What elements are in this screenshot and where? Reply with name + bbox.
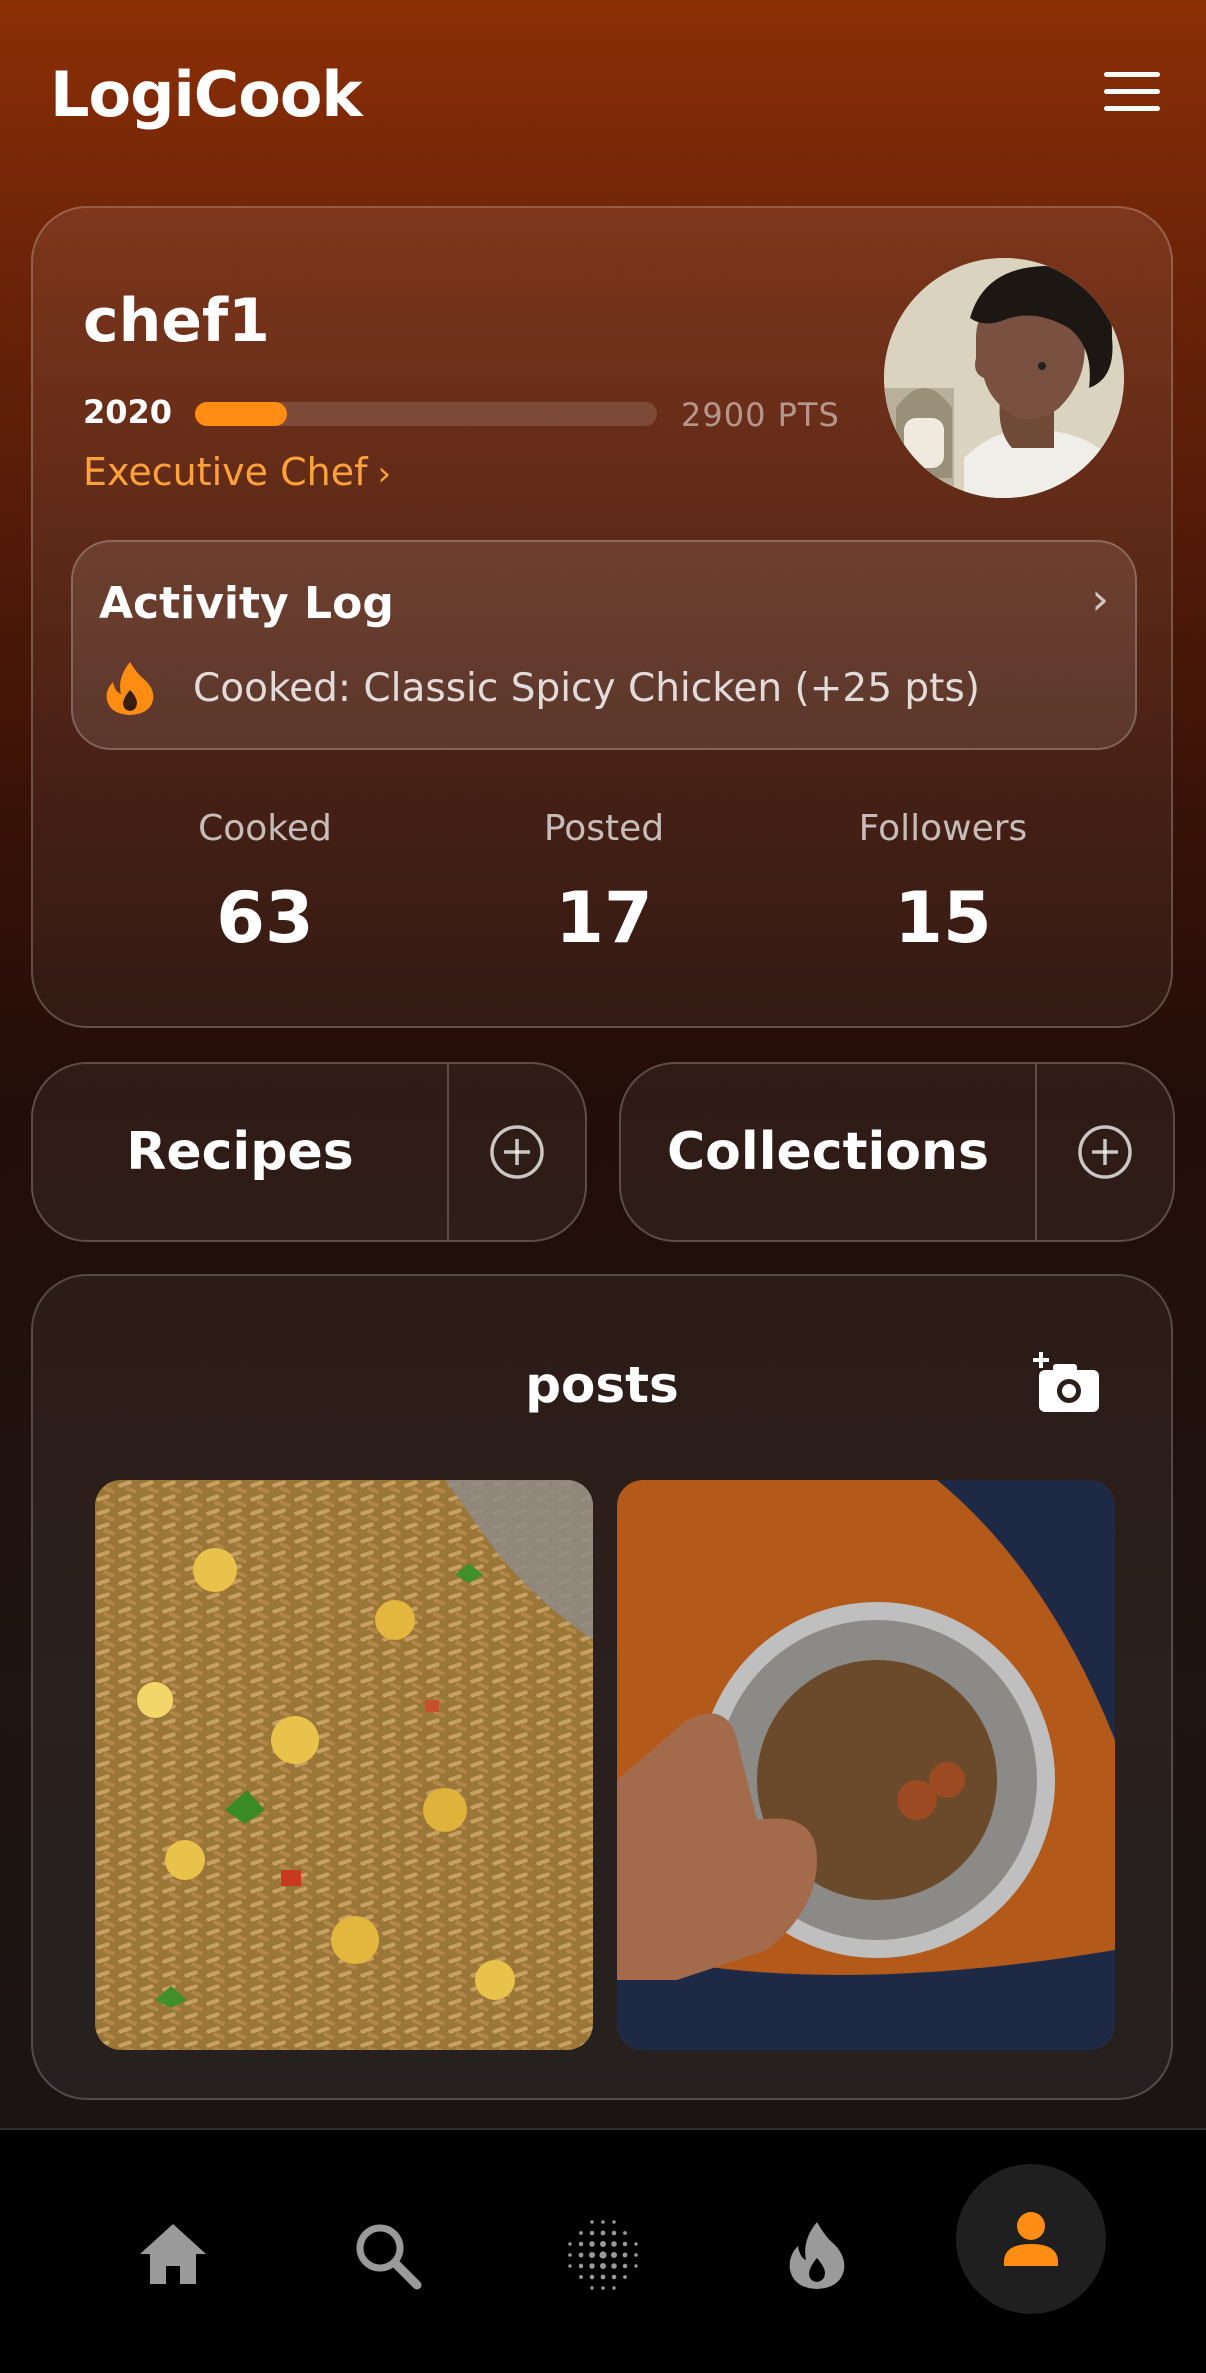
grid-dot [589,2263,595,2269]
grid-dot [622,2252,628,2258]
profile-icon [1004,2212,1058,2266]
stat-value: 17 [555,877,653,959]
app-title: LogiCook [50,58,363,131]
grid-dot [579,2275,583,2279]
dots-grid-icon[interactable] [558,2210,648,2300]
activity-entry-text: Cooked: Classic Spicy Chicken (+25 pts) [193,666,981,711]
profile-tab[interactable] [956,2164,1106,2314]
grid-dot [590,2220,594,2224]
grid-dot [634,2242,638,2246]
grid-dot [599,2251,607,2259]
add-circle-icon[interactable] [1077,1124,1133,1180]
chevron-right-icon: › [377,454,392,494]
grid-dot [589,2274,595,2280]
grid-dot [611,2263,617,2269]
points-label: 2900 PTS [681,396,840,434]
recipes-button[interactable]: Recipes [33,1064,447,1240]
rank-link[interactable]: Executive Chef › [83,450,391,494]
stat-cooked[interactable]: Cooked 63 [115,808,415,959]
grid-dot [634,2253,638,2257]
flame-icon[interactable] [772,2210,862,2300]
posts-card: posts [31,1274,1173,2100]
grid-dot [611,2252,617,2258]
fire-icon [105,660,155,716]
grid-dot [568,2242,572,2246]
divider [447,1064,449,1240]
member-year: 2020 [83,393,173,431]
points-progress-fill [195,402,288,426]
username: chef1 [83,286,270,356]
grid-dot [601,2220,605,2224]
collections-button[interactable]: Collections [621,1064,1035,1240]
grid-dot [590,2286,594,2290]
grid-dot [600,2263,606,2269]
points-progress-bar [195,402,657,426]
grid-dot [600,2230,606,2236]
chevron-right-icon: › [1091,574,1109,625]
post-thumbnail-fried-rice[interactable] [95,1480,593,2050]
grid-dot [579,2231,583,2235]
grid-dot [634,2264,638,2268]
stat-posted[interactable]: Posted 17 [454,808,754,959]
divider [1035,1064,1037,1240]
grid-dot [578,2252,584,2258]
grid-dot [622,2263,628,2269]
stat-label: Posted [543,808,665,849]
grid-dot [612,2220,616,2224]
hamburger-menu-icon[interactable] [1104,72,1160,112]
rank-label: Executive Chef [83,450,368,494]
add-photo-camera-icon[interactable] [1031,1352,1103,1416]
grid-dot [568,2264,572,2268]
collections-section: Collections [619,1062,1175,1242]
app-header: LogiCook [0,0,1206,190]
grid-dot [611,2230,617,2236]
avatar[interactable] [884,258,1124,498]
grid-dot [611,2274,617,2280]
stat-value: 15 [894,877,992,959]
grid-dot [600,2274,606,2280]
grid-dot [589,2252,595,2258]
grid-dot [601,2286,605,2290]
grid-dot [589,2241,595,2247]
activity-log-card[interactable]: Activity Log › Cooked: Classic Spicy Chi… [71,540,1137,750]
stat-value: 63 [216,877,314,959]
activity-log-title: Activity Log [99,578,394,629]
post-thumbnail-noodles-bowl[interactable] [617,1480,1115,2050]
grid-dot [623,2231,627,2235]
grid-dot [622,2241,628,2247]
grid-dot [589,2230,595,2236]
search-icon[interactable] [342,2210,432,2300]
grid-dot [578,2241,584,2247]
profile-card: chef1 2020 2900 PTS Executive Chef › Acti… [31,206,1173,1028]
stat-followers[interactable]: Followers 15 [793,808,1093,959]
grid-dot [578,2263,584,2269]
grid-dot [623,2275,627,2279]
recipes-section: Recipes [31,1062,587,1242]
grid-dot [611,2241,617,2247]
add-circle-icon[interactable] [489,1124,545,1180]
home-icon[interactable] [128,2210,218,2300]
stat-label: Followers [858,808,1028,849]
grid-dot [612,2286,616,2290]
bottom-nav [0,2128,1206,2373]
stat-label: Cooked [198,808,332,849]
posts-title: posts [525,1356,679,1414]
grid-dot [600,2241,606,2247]
grid-dot [568,2253,572,2257]
